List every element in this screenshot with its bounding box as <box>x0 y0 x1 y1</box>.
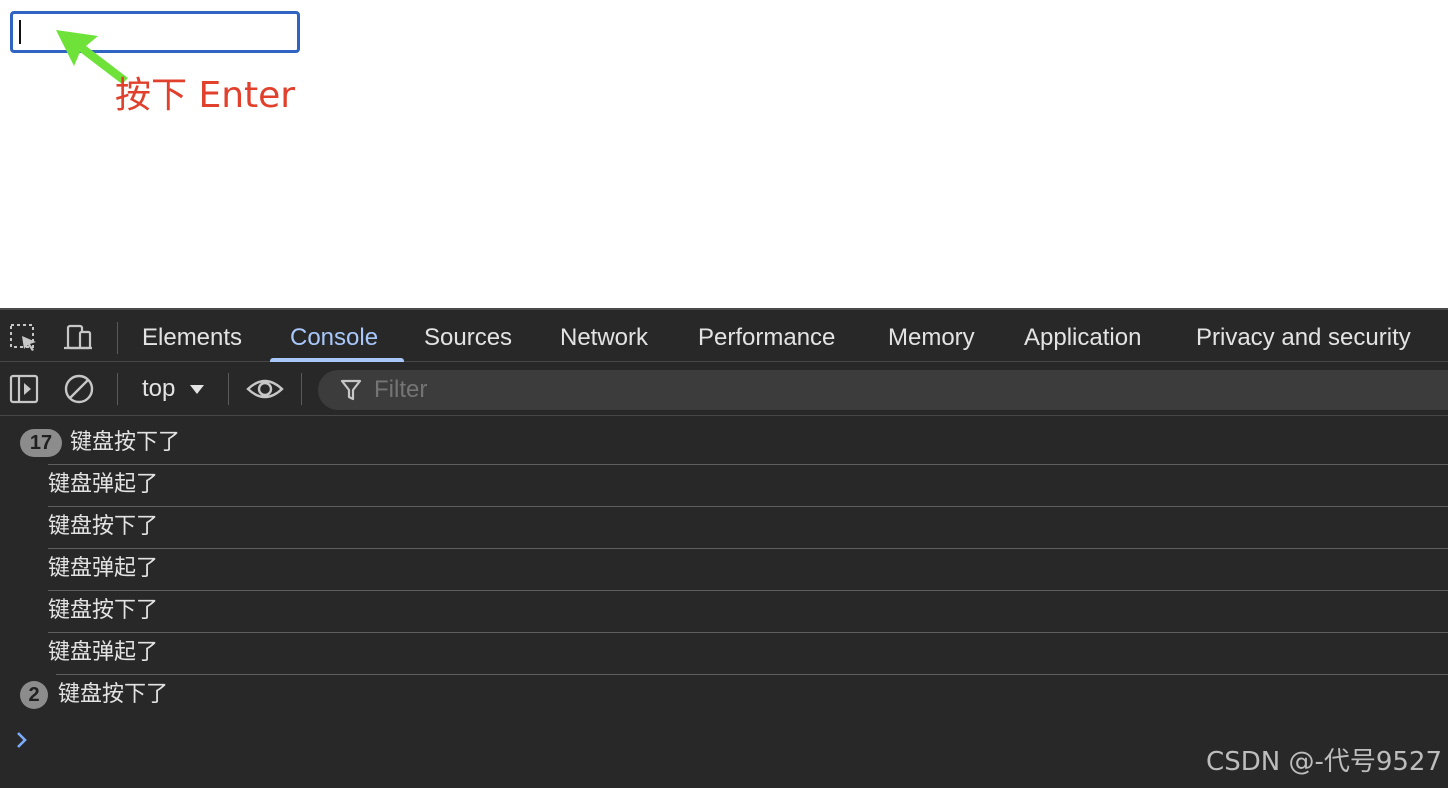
console-message: 键盘按下了 <box>0 506 1448 549</box>
toolbar-divider <box>228 373 229 405</box>
text-cursor <box>19 20 21 44</box>
tab-network[interactable]: Network <box>560 310 648 364</box>
filter-input[interactable] <box>374 370 774 410</box>
message-text: 键盘按下了 <box>58 682 169 707</box>
console-message: 键盘弹起了 <box>0 548 1448 591</box>
tab-console[interactable]: Console <box>290 310 378 364</box>
page-content: 按下 Enter <box>0 0 1448 308</box>
eye-icon[interactable] <box>246 373 284 405</box>
toolbar-divider <box>117 322 118 354</box>
message-text: 键盘按下了 <box>70 430 181 455</box>
repeat-count-badge: 17 <box>20 429 62 457</box>
tab-application[interactable]: Application <box>1024 310 1141 364</box>
console-prompt-chevron-icon[interactable] <box>14 728 30 752</box>
annotation-label: 按下 Enter <box>115 75 296 116</box>
tab-sources[interactable]: Sources <box>424 310 512 364</box>
devtools-tabbar: Elements Console Sources Network Perform… <box>0 308 1448 364</box>
device-toolbar-icon[interactable] <box>62 322 94 354</box>
sidebar-toggle-icon[interactable] <box>8 373 40 405</box>
context-selector[interactable]: top <box>142 370 175 408</box>
console-message: 17 键盘按下了 <box>0 422 1448 465</box>
tab-performance[interactable]: Performance <box>698 310 835 364</box>
filter-box[interactable] <box>318 370 1448 410</box>
message-text: 键盘弹起了 <box>48 640 159 665</box>
message-text: 键盘按下了 <box>48 514 159 539</box>
console-toolbar: top <box>0 362 1448 416</box>
console-message: 2 键盘按下了 <box>0 674 1448 716</box>
message-text: 键盘按下了 <box>48 598 159 623</box>
message-text: 键盘弹起了 <box>48 556 159 581</box>
tab-memory[interactable]: Memory <box>888 310 975 364</box>
console-message: 键盘弹起了 <box>0 632 1448 675</box>
devtools-panel: Elements Console Sources Network Perform… <box>0 308 1448 788</box>
filter-icon <box>340 379 362 401</box>
inspect-element-icon[interactable] <box>8 322 40 354</box>
clear-console-icon[interactable] <box>63 373 95 405</box>
tab-elements[interactable]: Elements <box>142 310 242 364</box>
chevron-down-icon[interactable] <box>190 385 204 394</box>
console-message: 键盘弹起了 <box>0 464 1448 507</box>
repeat-count-badge: 2 <box>20 681 48 709</box>
tab-privacy-and-security[interactable]: Privacy and security <box>1196 310 1411 364</box>
toolbar-divider <box>117 373 118 405</box>
console-message: 键盘按下了 <box>0 590 1448 633</box>
toolbar-divider <box>301 373 302 405</box>
message-text: 键盘弹起了 <box>48 472 159 497</box>
watermark: CSDN @-代号9527 <box>1206 747 1442 777</box>
